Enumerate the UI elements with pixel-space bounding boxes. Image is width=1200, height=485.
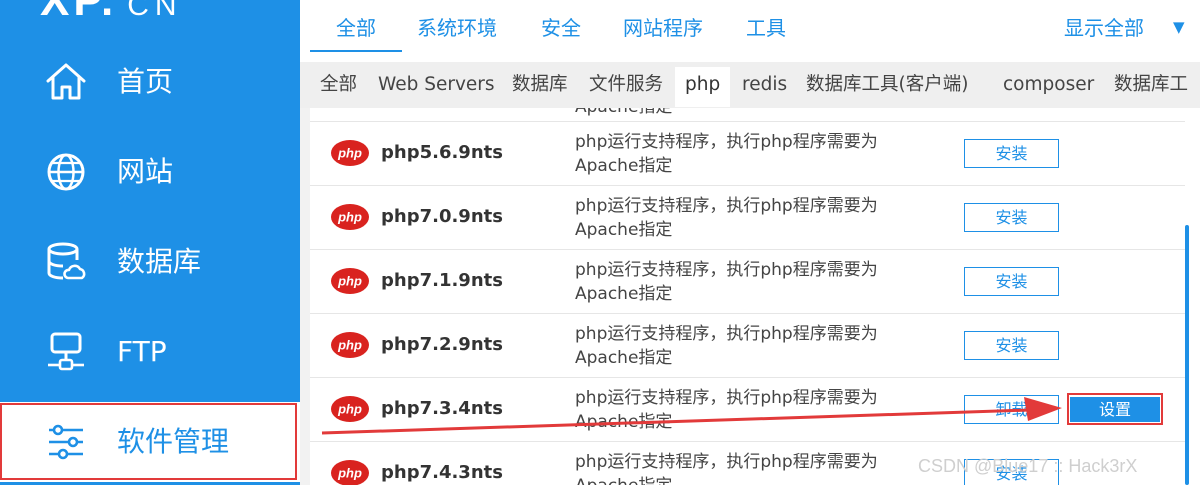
subtab-db-tools[interactable]: 数据库工: [1114, 72, 1188, 98]
clipped-row-description: Apache指定: [575, 108, 672, 119]
logo-text: XP.: [40, 0, 118, 25]
triangle-down-icon[interactable]: ▼: [1173, 18, 1185, 36]
sidebar-item-label: FTP: [117, 335, 167, 368]
install-button[interactable]: 安装: [964, 139, 1059, 168]
content-area: 全部 系统环境 安全 网站程序 工具 显示全部 ▼ 全部 Web Servers…: [300, 0, 1200, 485]
main-tab-bar: 全部 系统环境 安全 网站程序 工具 显示全部 ▼: [300, 0, 1200, 62]
description-line: php运行支持程序，执行php程序需要为: [575, 132, 878, 152]
description-line: Apache指定: [575, 156, 673, 176]
php-logo-icon: php: [330, 331, 370, 359]
tab-security[interactable]: 安全: [541, 14, 581, 42]
php-logo-icon: php: [330, 459, 370, 485]
sidebar-item-home[interactable]: 首页: [0, 42, 300, 122]
php-logo-text: php: [337, 402, 362, 417]
description-line: Apache指定: [575, 474, 935, 485]
sliders-icon: [44, 420, 88, 464]
list-item: php php5.6.9nts php运行支持程序，执行php程序需要为 Apac…: [310, 122, 1185, 186]
sidebar-item-ftp[interactable]: FTP: [0, 312, 300, 392]
sidebar: XP. CN 首页 网站 数据库 FTP 软件管理: [0, 0, 300, 485]
ftp-server-icon: [44, 330, 88, 374]
subtab-php[interactable]: php: [675, 67, 731, 107]
sidebar-item-websites[interactable]: 网站: [0, 132, 300, 212]
software-description: php运行支持程序，执行php程序需要为 Apache指定: [575, 450, 935, 485]
subtab-composer[interactable]: composer: [1003, 72, 1094, 98]
install-button[interactable]: 安装: [964, 267, 1059, 296]
app-logo: XP. CN: [40, 0, 183, 25]
software-name: php7.0.9nts: [381, 206, 503, 227]
install-button[interactable]: 安装: [964, 203, 1059, 232]
description-line: Apache指定: [575, 348, 673, 368]
software-name: php7.2.9nts: [381, 334, 503, 355]
software-description: php运行支持程序，执行php程序需要为 Apache指定: [575, 322, 935, 370]
sidebar-item-label: 软件管理: [117, 425, 230, 458]
settings-button[interactable]: 设置: [1070, 397, 1160, 422]
sidebar-item-software[interactable]: 软件管理: [0, 402, 300, 482]
software-description: php运行支持程序，执行php程序需要为 Apache指定: [575, 258, 935, 306]
php-logo-text: php: [337, 210, 362, 225]
subtab-file-service[interactable]: 文件服务: [589, 72, 663, 98]
software-name: php7.1.9nts: [381, 270, 503, 291]
subtab-database[interactable]: 数据库: [512, 72, 568, 98]
software-description: php运行支持程序，执行php程序需要为 Apache指定: [575, 194, 935, 242]
php-logo-icon: php: [330, 203, 370, 231]
subtab-redis[interactable]: redis: [742, 72, 787, 98]
software-list: Apache指定 php php5.6.9nts php运行支持程序，执行php…: [310, 108, 1185, 485]
tab-website-programs[interactable]: 网站程序: [623, 14, 703, 42]
description-line: Apache指定: [575, 284, 673, 304]
php-logo-text: php: [337, 466, 362, 481]
php-logo-icon: php: [330, 267, 370, 295]
watermark: CSDN @Blue17 :: Hack3rX: [918, 456, 1138, 476]
software-description: php运行支持程序，执行php程序需要为 Apache指定: [575, 130, 935, 178]
software-description: php运行支持程序，执行php程序需要为 Apache指定: [575, 386, 935, 434]
subtab-db-tools-client[interactable]: 数据库工具(客户端): [806, 72, 968, 98]
install-button[interactable]: 安装: [964, 331, 1059, 360]
subtab-web-servers[interactable]: Web Servers: [378, 72, 495, 98]
sidebar-item-label: 数据库: [117, 245, 202, 278]
uninstall-button[interactable]: 卸载: [964, 395, 1059, 424]
sub-tab-bar: 全部 Web Servers 数据库 文件服务 php redis 数据库工具(…: [300, 62, 1200, 108]
description-line: Apache指定: [575, 412, 673, 432]
list-item: php php7.2.9nts php运行支持程序，执行php程序需要为 Apac…: [310, 314, 1185, 378]
logo-suffix: CN: [127, 0, 183, 22]
tab-tools[interactable]: 工具: [746, 14, 786, 42]
scrollbar-thumb[interactable]: [1185, 225, 1189, 485]
description-line: php运行支持程序，执行php程序需要为: [575, 388, 878, 408]
software-name: php5.6.9nts: [381, 142, 503, 163]
tab-system-env[interactable]: 系统环境: [417, 14, 497, 42]
software-name: php7.3.4nts: [381, 398, 503, 419]
description-line: php运行支持程序，执行php程序需要为: [575, 324, 878, 344]
sidebar-item-label: 首页: [117, 65, 174, 98]
php-logo-text: php: [337, 274, 362, 289]
sidebar-item-label: 网站: [117, 155, 174, 188]
description-line: Apache指定: [575, 220, 673, 240]
software-name: php7.4.3nts: [381, 462, 503, 483]
description-line: php运行支持程序，执行php程序需要为: [575, 452, 878, 472]
description-line: php运行支持程序，执行php程序需要为: [575, 260, 878, 280]
home-icon: [44, 60, 88, 104]
sidebar-item-database[interactable]: 数据库: [0, 222, 300, 302]
show-all-link[interactable]: 显示全部: [1064, 14, 1144, 42]
active-tab-indicator: [310, 50, 402, 52]
list-item: php php7.1.9nts php运行支持程序，执行php程序需要为 Apac…: [310, 250, 1185, 314]
description-line: php运行支持程序，执行php程序需要为: [575, 196, 878, 216]
subtab-all[interactable]: 全部: [320, 72, 357, 98]
php-logo-icon: php: [330, 139, 370, 167]
list-item: php php7.3.4nts php运行支持程序，执行php程序需要为 Apac…: [310, 378, 1185, 442]
tab-all[interactable]: 全部: [336, 14, 376, 42]
globe-icon: [44, 150, 88, 194]
database-icon: [44, 240, 88, 284]
list-item: php php7.0.9nts php运行支持程序，执行php程序需要为 Apac…: [310, 186, 1185, 250]
php-logo-text: php: [337, 146, 362, 161]
php-logo-icon: php: [330, 395, 370, 423]
php-logo-text: php: [337, 338, 362, 353]
